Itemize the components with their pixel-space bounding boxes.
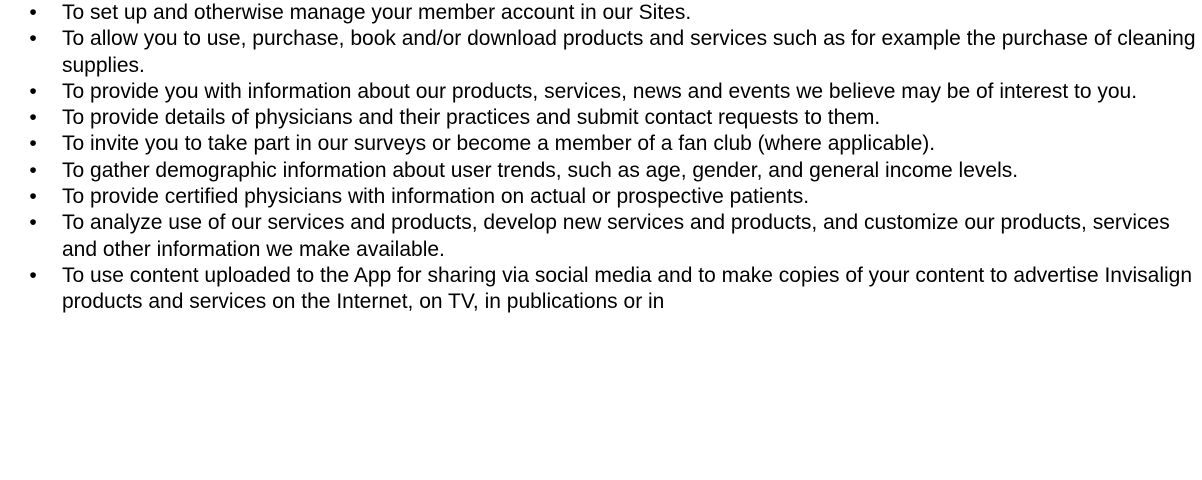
list-item: • To use content uploaded to the App for… — [0, 263, 1202, 316]
bullet-icon: • — [29, 27, 37, 51]
bullet-icon: • — [29, 185, 37, 209]
list-item: • To allow you to use, purchase, book an… — [0, 26, 1202, 79]
list-item: • To analyze use of our services and pro… — [0, 210, 1202, 263]
list-item-text: To set up and otherwise manage your memb… — [62, 1, 692, 24]
list-item-text: To provide you with information about ou… — [62, 79, 1138, 103]
list-item-text: To provide certified physicians with inf… — [62, 185, 810, 209]
list-item-text: To analyze use of our services and produ… — [62, 211, 1170, 261]
document-page: • To set up and otherwise manage your me… — [0, 0, 1202, 480]
bullet-icon: • — [29, 106, 37, 130]
bullet-icon: • — [29, 158, 37, 182]
bullet-icon: • — [29, 1, 37, 24]
list-item-text: To allow you to use, purchase, book and/… — [62, 27, 1196, 77]
list-item-text: To use content uploaded to the App for s… — [62, 263, 1193, 314]
bullet-icon: • — [29, 263, 37, 287]
list-item: • To provide you with information about … — [0, 79, 1202, 105]
bullet-list: • To set up and otherwise manage your me… — [0, 0, 1202, 316]
list-item: • To provide details of physicians and t… — [0, 105, 1202, 131]
list-item-text: To gather demographic information about … — [62, 158, 1019, 182]
list-item-text: To invite you to take part in our survey… — [62, 132, 936, 156]
bullet-icon: • — [29, 211, 37, 235]
list-item: • To provide certified physicians with i… — [0, 184, 1202, 210]
list-item: • To gather demographic information abou… — [0, 158, 1202, 184]
bullet-icon: • — [29, 79, 37, 103]
list-item: • To invite you to take part in our surv… — [0, 131, 1202, 157]
list-item-text: To provide details of physicians and the… — [62, 106, 881, 130]
bullet-icon: • — [29, 132, 37, 156]
list-item: • To set up and otherwise manage your me… — [0, 0, 1202, 26]
